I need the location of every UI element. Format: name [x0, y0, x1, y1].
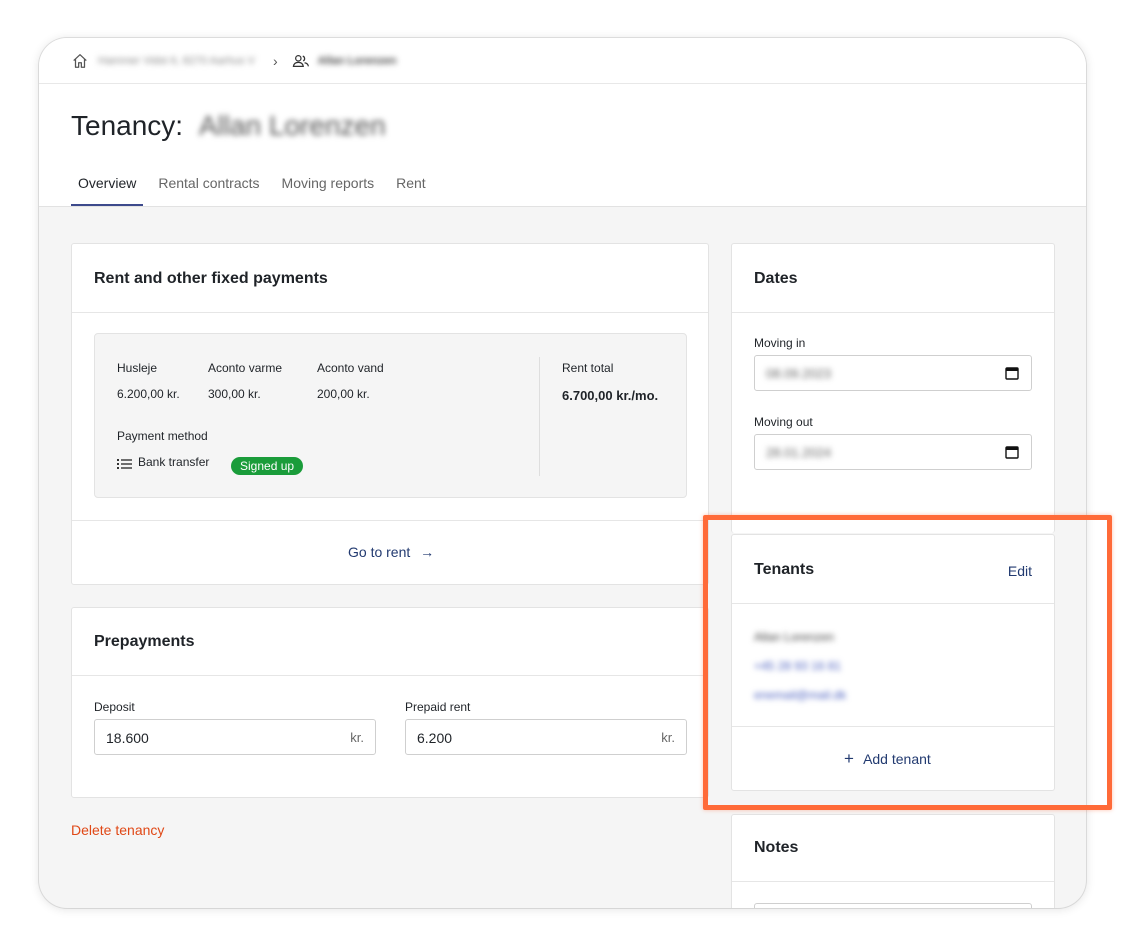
tab-rent[interactable]: Rent	[389, 166, 433, 206]
divider	[72, 675, 708, 676]
prepayments-card: Prepayments Deposit 18.600 kr. Prepaid r…	[71, 607, 709, 798]
aconto-varme-label: Aconto varme	[208, 361, 283, 375]
divider	[539, 357, 540, 476]
tenant-phone[interactable]: +45 28 93 16 81	[754, 659, 841, 673]
aconto-vand-value: 200,00 kr.	[317, 387, 370, 401]
rent-summary-box: Husleje 6.200,00 kr. Aconto varme 300,00…	[94, 333, 687, 498]
husleje-value: 6.200,00 kr.	[117, 387, 180, 401]
payment-method-label: Payment method	[117, 429, 208, 443]
deposit-label: Deposit	[94, 700, 135, 714]
tenants-card: Tenants Edit Allan Lorenzen +45 28 93 16…	[731, 534, 1055, 791]
dates-title: Dates	[754, 270, 798, 287]
tenants-title: Tenants	[754, 561, 815, 578]
dates-card: Dates Moving in 08.09.2023 Moving out 28…	[731, 243, 1055, 533]
divider	[732, 312, 1054, 313]
page-title-prefix: Tenancy:	[71, 110, 184, 141]
moving-out-label: Moving out	[754, 415, 813, 429]
notes-title: Notes	[754, 839, 799, 856]
tab-moving-reports[interactable]: Moving reports	[275, 166, 382, 206]
breadcrumb: Hammer Vidst 6, 8270 Aarhus V › Allan Lo…	[39, 38, 1086, 84]
go-to-rent-link[interactable]: Go to rent →	[348, 544, 434, 560]
deposit-value: 18.600	[106, 730, 149, 746]
husleje-label: Husleje	[117, 361, 158, 375]
prepaid-rent-value: 6.200	[417, 730, 453, 746]
moving-out-value: 28.01.2024	[766, 445, 832, 460]
status-badge: Signed up	[231, 457, 304, 475]
home-icon[interactable]	[71, 52, 89, 70]
aconto-vand-label: Aconto vand	[317, 361, 384, 375]
add-tenant-label: Add tenant	[863, 751, 931, 767]
app-window: Hammer Vidst 6, 8270 Aarhus V › Allan Lo…	[39, 38, 1086, 908]
calendar-icon[interactable]	[1005, 366, 1019, 385]
rent-total-label: Rent total	[562, 361, 614, 375]
list-icon	[117, 457, 132, 475]
divider	[732, 881, 1054, 882]
tab-bar: Overview Rental contracts Moving reports…	[71, 166, 441, 206]
notes-card: Notes	[731, 814, 1055, 908]
tab-overview[interactable]: Overview	[71, 166, 144, 206]
breadcrumb-tenant[interactable]: Allan Lorenzen	[318, 55, 397, 67]
edit-tenants-link[interactable]: Edit	[1008, 563, 1032, 579]
prepayments-title: Prepayments	[94, 633, 195, 650]
rent-card-title: Rent and other fixed payments	[94, 270, 328, 287]
tenant-email[interactable]: enemail@mail.dk	[754, 688, 846, 702]
moving-in-value: 08.09.2023	[766, 366, 832, 381]
divider	[732, 603, 1054, 604]
chevron-right-icon: ›	[272, 52, 278, 69]
users-icon	[292, 53, 310, 69]
moving-out-date-field[interactable]: 28.01.2024	[754, 434, 1032, 470]
page-title-name: Allan Lorenzen	[198, 110, 386, 141]
breadcrumb-address[interactable]: Hammer Vidst 6, 8270 Aarhus V	[98, 55, 255, 67]
prepaid-rent-field[interactable]: 6.200 kr.	[405, 719, 687, 755]
page-title: Tenancy: Allan Lorenzen	[71, 110, 386, 142]
divider	[732, 726, 1054, 727]
moving-in-label: Moving in	[754, 336, 806, 350]
notes-field[interactable]	[754, 903, 1032, 908]
add-tenant-button[interactable]: + Add tenant	[844, 749, 931, 769]
prepaid-rent-unit: kr.	[661, 730, 675, 745]
page-header: Tenancy: Allan Lorenzen Overview Rental …	[39, 84, 1086, 207]
moving-in-date-field[interactable]: 08.09.2023	[754, 355, 1032, 391]
payment-method-value: Bank transfer	[138, 455, 210, 469]
prepaid-rent-label: Prepaid rent	[405, 700, 471, 714]
arrow-right-icon: →	[420, 544, 435, 560]
calendar-icon[interactable]	[1005, 445, 1019, 464]
rent-total-value: 6.700,00 kr./mo.	[562, 388, 659, 403]
aconto-varme-value: 300,00 kr.	[208, 387, 261, 401]
deposit-field[interactable]: 18.600 kr.	[94, 719, 376, 755]
divider	[72, 520, 708, 521]
rent-card: Rent and other fixed payments Husleje 6.…	[71, 243, 709, 585]
divider	[72, 312, 708, 313]
deposit-unit: kr.	[350, 730, 364, 745]
delete-tenancy-link[interactable]: Delete tenancy	[71, 822, 164, 838]
tab-rental-contracts[interactable]: Rental contracts	[151, 166, 266, 206]
tenant-name: Allan Lorenzen	[754, 630, 835, 644]
plus-icon: +	[844, 749, 854, 768]
go-to-rent-label: Go to rent	[348, 544, 411, 560]
